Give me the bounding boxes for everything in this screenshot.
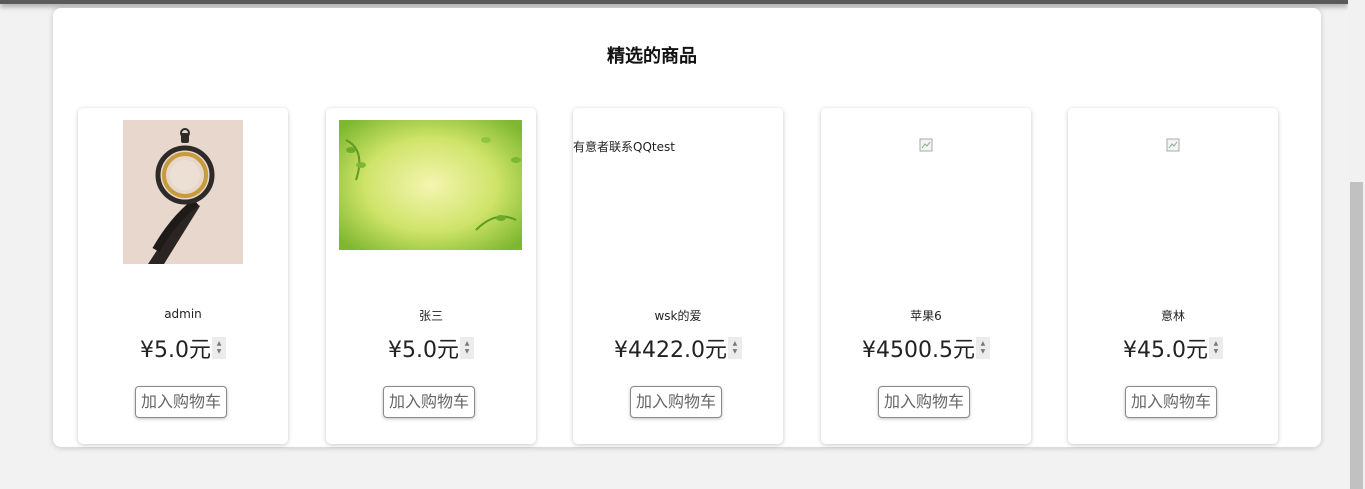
product-image[interactable]	[821, 120, 1031, 270]
product-name: admin	[164, 307, 202, 321]
price-value: ¥45.0元	[1123, 338, 1208, 363]
price-input[interactable]: ¥5.0元 ▲ ▼	[78, 332, 288, 364]
product-image[interactable]	[1068, 120, 1278, 270]
price-value: ¥5.0元	[140, 338, 211, 363]
add-to-cart-button[interactable]: 加入购物车	[1125, 386, 1218, 418]
scrollbar-thumb[interactable]	[1350, 182, 1363, 489]
featured-products-panel: 精选的商品 admin ¥5.0元 ▲ ▼ 加入购物车 张三 ¥5.0元 ▲ ▼…	[53, 8, 1321, 447]
price-stepper[interactable]: ▲ ▼	[975, 337, 990, 359]
product-name: 意林	[1160, 309, 1185, 323]
price-value: ¥4500.5元	[862, 338, 975, 363]
add-to-cart-button[interactable]: 加入购物车	[383, 386, 476, 418]
price-input[interactable]: ¥4500.5元 ▲ ▼	[821, 332, 1031, 364]
green-leaves-photo	[339, 120, 522, 250]
pocket-watch-photo	[123, 120, 243, 264]
price-stepper[interactable]: ▲ ▼	[212, 337, 226, 359]
product-card: 苹果6 ¥4500.5元 ▲ ▼ 加入购物车	[821, 108, 1031, 444]
price-value: ¥5.0元	[388, 338, 459, 363]
price-stepper[interactable]: ▲ ▼	[727, 337, 742, 359]
broken-image-icon	[1166, 138, 1180, 152]
product-image[interactable]: 有意者联系QQtest	[573, 120, 783, 270]
product-card: admin ¥5.0元 ▲ ▼ 加入购物车	[78, 108, 288, 444]
price-input[interactable]: ¥4422.0元 ▲ ▼	[573, 332, 783, 364]
product-name: 张三	[418, 309, 443, 323]
product-image[interactable]	[78, 120, 288, 270]
product-card: 有意者联系QQtest wsk的爱 ¥4422.0元 ▲ ▼ 加入购物车	[573, 108, 783, 444]
product-name: wsk的爱	[654, 309, 702, 323]
price-stepper[interactable]: ▲ ▼	[1208, 337, 1223, 359]
add-to-cart-button[interactable]: 加入购物车	[630, 386, 723, 418]
add-to-cart-button[interactable]: 加入购物车	[878, 386, 971, 418]
product-card: 意林 ¥45.0元 ▲ ▼ 加入购物车	[1068, 108, 1278, 444]
section-title: 精选的商品	[607, 46, 697, 67]
add-to-cart-button[interactable]: 加入购物车	[135, 386, 228, 418]
price-input[interactable]: ¥5.0元 ▲ ▼	[326, 332, 536, 364]
image-alt-text: 有意者联系QQtest	[573, 140, 675, 154]
price-value: ¥4422.0元	[614, 338, 727, 363]
broken-image-icon	[919, 138, 933, 152]
top-header-edge	[0, 0, 1348, 4]
price-stepper[interactable]: ▲ ▼	[460, 337, 474, 359]
product-name: 苹果6	[910, 309, 942, 323]
vertical-scrollbar[interactable]	[1348, 0, 1365, 489]
product-card: 张三 ¥5.0元 ▲ ▼ 加入购物车	[326, 108, 536, 444]
product-image[interactable]	[326, 120, 536, 270]
price-input[interactable]: ¥45.0元 ▲ ▼	[1068, 332, 1278, 364]
